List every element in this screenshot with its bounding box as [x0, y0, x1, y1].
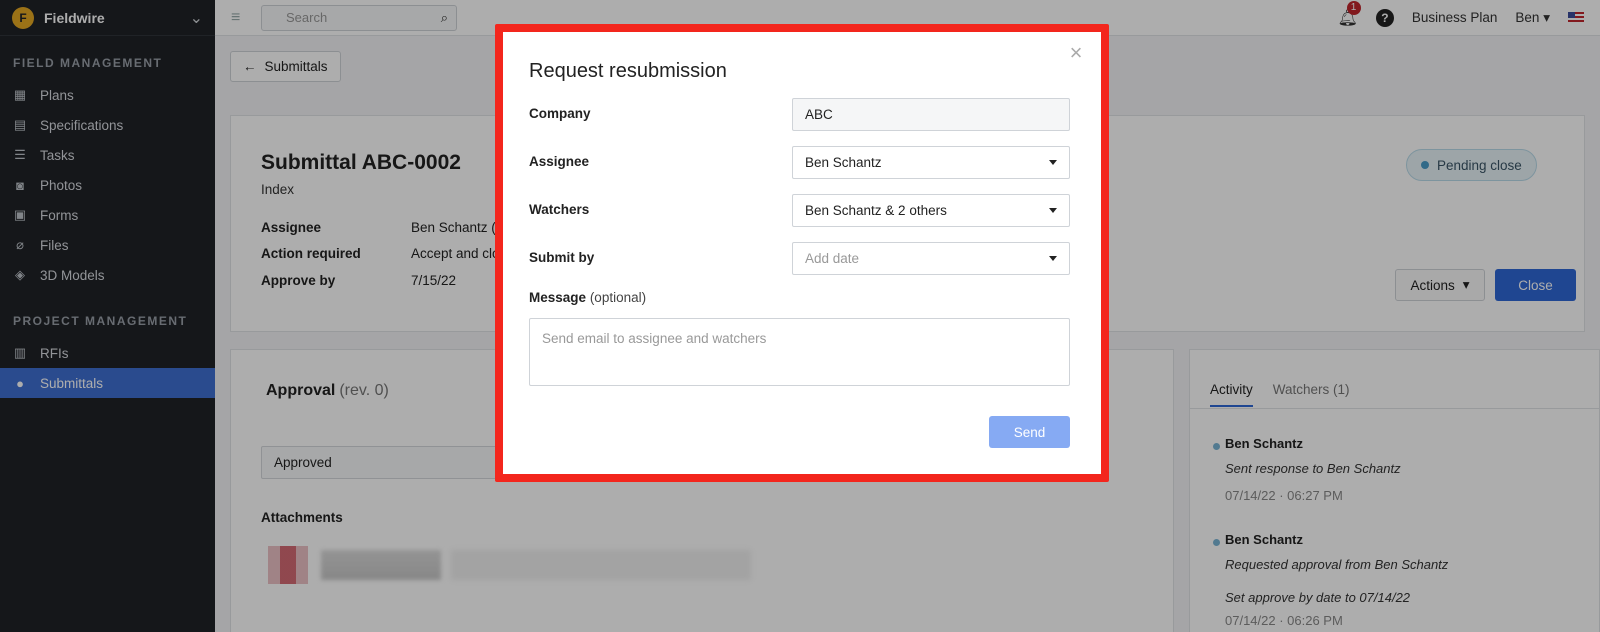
message-textarea[interactable]: Send email to assignee and watchers [529, 318, 1070, 386]
submit-by-date-picker[interactable]: Add date [792, 242, 1070, 275]
assignee-label: Assignee [529, 154, 590, 169]
modal-title: Request resubmission [529, 60, 727, 82]
caret-down-icon [1049, 208, 1057, 213]
caret-down-icon [1049, 160, 1057, 165]
submit-by-label: Submit by [529, 250, 595, 265]
message-label: Message (optional) [529, 290, 647, 305]
watchers-select[interactable]: Ben Schantz & 2 others [792, 194, 1070, 227]
assignee-select[interactable]: Ben Schantz [792, 146, 1070, 179]
caret-down-icon [1049, 256, 1057, 261]
request-resubmission-modal: Request resubmission × Company ABC Assig… [503, 32, 1101, 474]
send-button[interactable]: Send [989, 416, 1070, 448]
company-field: ABC [792, 98, 1070, 131]
watchers-label: Watchers [529, 202, 590, 217]
company-label: Company [529, 106, 591, 121]
close-icon[interactable]: × [1065, 40, 1087, 65]
